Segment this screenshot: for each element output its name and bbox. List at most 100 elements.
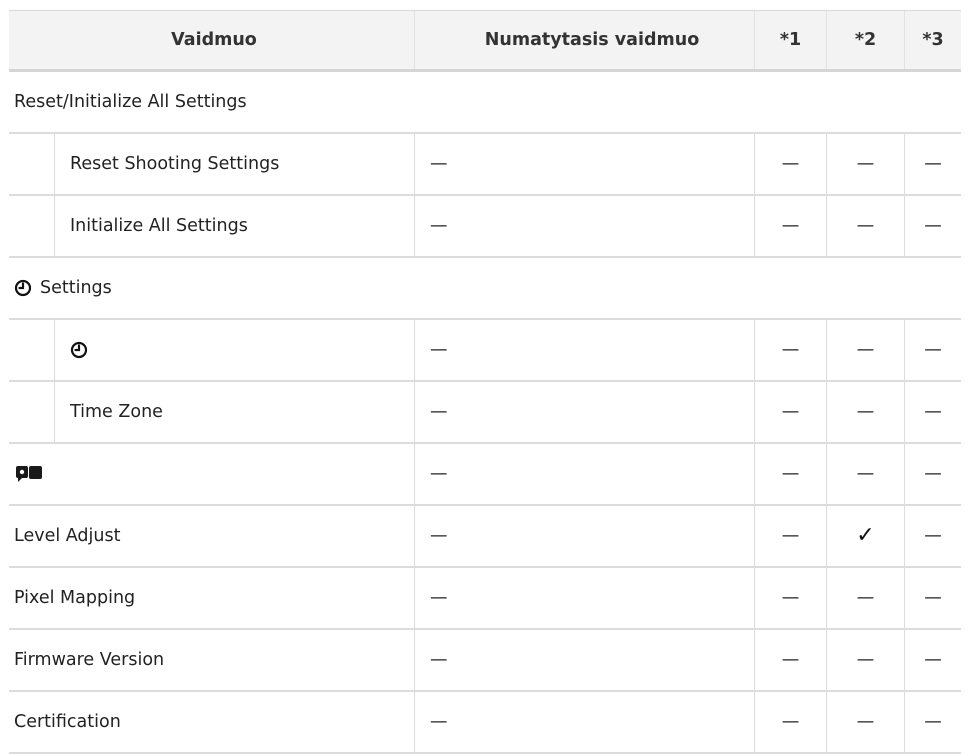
clock-icon <box>70 341 88 359</box>
default-value-text: — <box>430 650 448 670</box>
default-value: — <box>415 444 755 504</box>
default-value: — <box>415 196 755 256</box>
indent-cell <box>9 320 55 380</box>
default-value: — <box>415 692 755 752</box>
header-note-2: *2 <box>827 11 905 69</box>
section-label: Reset/Initialize All Settings <box>14 92 247 112</box>
default-value-text: — <box>430 526 448 546</box>
note-2-text: — <box>856 154 875 174</box>
note-2-text: — <box>856 650 875 670</box>
table-row: Firmware Version — — — — <box>9 630 961 692</box>
table-row: — — — — <box>9 444 961 506</box>
default-value: — <box>415 382 755 442</box>
note-1-text: — <box>781 464 800 484</box>
note-1-value: — <box>755 444 827 504</box>
note-2-value: — <box>827 196 905 256</box>
table-body: Reset/Initialize All Settings Reset Shoot… <box>9 72 961 754</box>
setting-label: Firmware Version <box>14 650 165 670</box>
note-3-value: — <box>905 196 961 256</box>
setting-name: Time Zone <box>55 382 415 442</box>
settings-table: Vaidmuo Numatytasis vaidmuo *1 *2 *3 Res… <box>9 10 961 754</box>
indent-cell <box>9 196 55 256</box>
note-3-text: — <box>924 216 942 236</box>
note-1-text: — <box>781 340 800 360</box>
table-row: Level Adjust — — ✓ — <box>9 506 961 568</box>
note-1-value: — <box>755 320 827 380</box>
note-3-value: — <box>905 692 961 752</box>
default-value-text: — <box>430 402 448 422</box>
default-value-text: — <box>430 464 448 484</box>
note-3-text: — <box>924 464 942 484</box>
note-2-value: ✓ <box>827 506 905 566</box>
setting-name: Level Adjust <box>9 506 415 566</box>
clock-icon <box>14 279 32 297</box>
note-2-value: — <box>827 630 905 690</box>
note-3-value: — <box>905 568 961 628</box>
note-3-value: — <box>905 506 961 566</box>
header-setting: Vaidmuo <box>9 11 415 69</box>
section-row: Settings <box>9 258 961 320</box>
setting-label: Pixel Mapping <box>14 588 136 608</box>
checkmark-icon: ✓ <box>856 523 875 548</box>
note-1-value: — <box>755 692 827 752</box>
note-2-text: — <box>856 340 875 360</box>
note-3-text: — <box>924 340 942 360</box>
table-row: Certification — — — — <box>9 692 961 754</box>
note-2-text: — <box>856 402 875 422</box>
section-title: Settings <box>9 258 961 318</box>
setting-label: Level Adjust <box>14 526 121 546</box>
setting-name: Certification <box>9 692 415 752</box>
note-3-value: — <box>905 320 961 380</box>
note-1-value: — <box>755 196 827 256</box>
header-note-1: *1 <box>755 11 827 69</box>
note-3-text: — <box>924 588 942 608</box>
setting-name: Firmware Version <box>9 630 415 690</box>
indent-cell <box>9 134 55 194</box>
note-2-value: — <box>827 568 905 628</box>
note-3-value: — <box>905 134 961 194</box>
note-3-value: — <box>905 382 961 442</box>
default-value-text: — <box>430 712 448 732</box>
section-title: Reset/Initialize All Settings <box>9 72 961 132</box>
note-1-text: — <box>781 154 800 174</box>
table-row: Pixel Mapping — — — — <box>9 568 961 630</box>
note-1-value: — <box>755 506 827 566</box>
setting-label: Reset Shooting Settings <box>70 154 280 174</box>
note-1-text: — <box>781 650 800 670</box>
header-default: Numatytasis vaidmuo <box>415 11 755 69</box>
table-header: Vaidmuo Numatytasis vaidmuo *1 *2 *3 <box>9 11 961 72</box>
section-label: Settings <box>40 278 112 298</box>
default-value-text: — <box>430 154 448 174</box>
note-3-text: — <box>924 650 942 670</box>
setting-name <box>9 444 415 504</box>
note-1-text: — <box>781 588 800 608</box>
setting-label: Time Zone <box>70 402 163 422</box>
setting-name: Pixel Mapping <box>9 568 415 628</box>
note-3-text: — <box>924 526 942 546</box>
indent-cell <box>9 382 55 442</box>
note-2-value: — <box>827 320 905 380</box>
section-row: Reset/Initialize All Settings <box>9 72 961 134</box>
note-3-text: — <box>924 712 942 732</box>
note-3-text: — <box>924 154 942 174</box>
default-value-text: — <box>430 216 448 236</box>
note-1-value: — <box>755 630 827 690</box>
default-value: — <box>415 320 755 380</box>
note-2-text: — <box>856 588 875 608</box>
note-1-text: — <box>781 216 800 236</box>
note-2-text: — <box>856 216 875 236</box>
note-2-value: — <box>827 134 905 194</box>
note-1-value: — <box>755 382 827 442</box>
note-1-value: — <box>755 568 827 628</box>
default-value: — <box>415 134 755 194</box>
note-1-text: — <box>781 712 800 732</box>
default-value: — <box>415 568 755 628</box>
default-value: — <box>415 630 755 690</box>
language-icon <box>14 465 44 483</box>
note-2-value: — <box>827 444 905 504</box>
table-row: Reset Shooting Settings — — — — <box>9 134 961 196</box>
table-row: — — — — <box>9 320 961 382</box>
default-value-text: — <box>430 588 448 608</box>
note-1-value: — <box>755 134 827 194</box>
note-2-value: — <box>827 382 905 442</box>
